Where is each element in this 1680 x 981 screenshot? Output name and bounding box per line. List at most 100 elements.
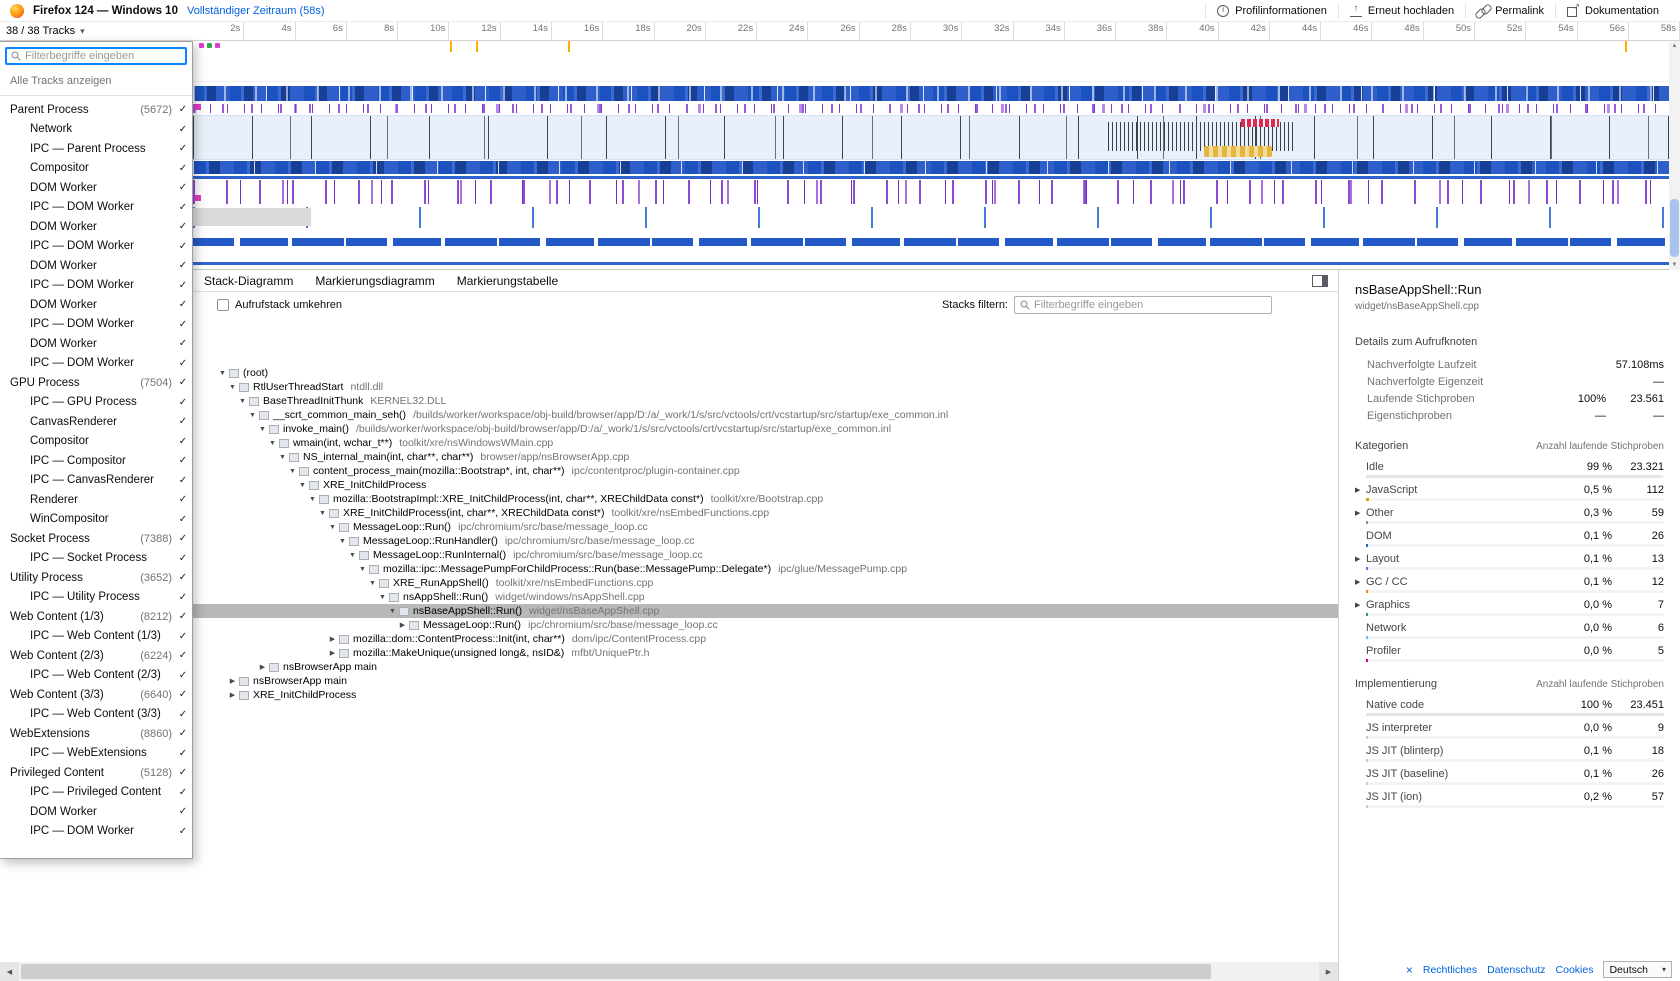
track-item[interactable]: IPC — Web Content (1/3): [0, 627, 192, 647]
panel-tab[interactable]: Stack-Diagramm: [193, 270, 304, 292]
track-item[interactable]: IPC — DOM Worker: [0, 354, 192, 374]
track-item[interactable]: Web Content (1/3) (8212): [0, 607, 192, 627]
expander-icon[interactable]: [397, 621, 408, 629]
track-item[interactable]: Network: [0, 120, 192, 140]
timeline-track-samples[interactable]: [193, 176, 1669, 179]
call-tree-row[interactable]: MessageLoop::Run() ipc/chromium/src/base…: [0, 520, 1338, 534]
expander-icon[interactable]: [217, 370, 228, 377]
call-tree-row[interactable]: nsBrowserApp main: [0, 674, 1338, 688]
timeline-track-samples[interactable]: [193, 262, 1669, 265]
call-tree-row[interactable]: mozilla::ipc::MessagePumpForChildProcess…: [0, 562, 1338, 576]
expander-icon[interactable]: [257, 663, 268, 671]
track-item[interactable]: Renderer: [0, 490, 192, 510]
call-tree-row[interactable]: content_process_main(mozilla::Bootstrap*…: [0, 464, 1338, 478]
call-tree-row[interactable]: wmain(int, wchar_t**) toolkit/xre/nsWind…: [0, 436, 1338, 450]
expander-icon[interactable]: [317, 510, 328, 517]
close-icon[interactable]: ×: [1406, 963, 1413, 977]
track-item[interactable]: Web Content (2/3) (6224): [0, 646, 192, 666]
track-item[interactable]: IPC — Parent Process: [0, 139, 192, 159]
stacks-filter-input[interactable]: [1034, 299, 1266, 311]
track-item[interactable]: GPU Process (7504): [0, 373, 192, 393]
call-tree-row[interactable]: invoke_main() /builds/worker/workspace/o…: [0, 422, 1338, 436]
category-row[interactable]: GC / CC 0,1 % 12: [1355, 574, 1664, 589]
call-tree-row[interactable]: XRE_RunAppShell() toolkit/xre/nsEmbedFun…: [0, 576, 1338, 590]
call-tree-row[interactable]: RtlUserThreadStart ntdll.dll: [0, 380, 1338, 394]
category-row[interactable]: Network 0,0 % 6: [1355, 620, 1664, 635]
expander-icon[interactable]: [377, 594, 388, 601]
track-item[interactable]: DOM Worker: [0, 178, 192, 198]
call-tree-row[interactable]: __scrt_common_main_seh() /builds/worker/…: [0, 408, 1338, 422]
track-search-input[interactable]: [25, 50, 181, 62]
call-tree-row[interactable]: NS_internal_main(int, char**, char**) br…: [0, 450, 1338, 464]
expander-icon[interactable]: [247, 412, 258, 419]
expander-icon[interactable]: [287, 468, 298, 475]
timeline-track-samples[interactable]: [193, 86, 1669, 101]
expander-icon[interactable]: [327, 524, 338, 531]
call-tree-row[interactable]: nsAppShell::Run() widget/windows/nsAppSh…: [0, 590, 1338, 604]
timeline-track-samples[interactable]: [193, 161, 1669, 174]
expander-icon[interactable]: [347, 552, 358, 559]
timeline-track-selected[interactable]: [193, 115, 1669, 160]
implementation-row[interactable]: JS interpreter 0,0 % 9: [1355, 720, 1664, 735]
track-item[interactable]: Parent Process (5672): [0, 100, 192, 120]
track-item[interactable]: Socket Process (7388): [0, 529, 192, 549]
call-tree-row[interactable]: XRE_InitChildProcess: [0, 478, 1338, 492]
track-item[interactable]: WinCompositor: [0, 510, 192, 530]
category-row[interactable]: Graphics 0,0 % 7: [1355, 597, 1664, 612]
expander-icon[interactable]: [1355, 578, 1366, 586]
track-item[interactable]: DOM Worker: [0, 256, 192, 276]
track-item[interactable]: DOM Worker: [0, 334, 192, 354]
call-tree-row[interactable]: nsBaseAppShell::Run() widget/nsBaseAppSh…: [0, 604, 1338, 618]
implementation-row[interactable]: Native code 100 % 23.451: [1355, 697, 1664, 712]
call-tree-row[interactable]: mozilla::MakeUnique(unsigned long&, nsID…: [0, 646, 1338, 660]
track-item[interactable]: IPC — WebExtensions: [0, 744, 192, 764]
scroll-left-button[interactable]: ◀: [0, 962, 19, 981]
time-range-button[interactable]: Vollständiger Zeitraum (58s): [187, 5, 325, 17]
track-item[interactable]: IPC — Compositor: [0, 451, 192, 471]
track-item[interactable]: IPC — DOM Worker: [0, 198, 192, 218]
call-tree-row[interactable]: BaseThreadInitThunk KERNEL32.DLL: [0, 394, 1338, 408]
panel-tab[interactable]: Markierungsdiagramm: [304, 270, 445, 292]
track-item[interactable]: DOM Worker: [0, 295, 192, 315]
track-item[interactable]: Privileged Content (5128): [0, 763, 192, 783]
timeline-track-worker[interactable]: [193, 207, 1669, 228]
category-row[interactable]: DOM 0,1 % 26: [1355, 528, 1664, 543]
expander-icon[interactable]: [277, 454, 288, 461]
expander-icon[interactable]: [297, 482, 308, 489]
expander-icon[interactable]: [1355, 555, 1366, 563]
track-item[interactable]: DOM Worker: [0, 217, 192, 237]
expander-icon[interactable]: [327, 649, 338, 657]
expander-icon[interactable]: [227, 384, 238, 391]
timeline-track-samples[interactable]: [193, 238, 1669, 246]
timeline-track-ipc-markers[interactable]: [193, 180, 1669, 204]
track-item[interactable]: DOM Worker: [0, 802, 192, 822]
track-item[interactable]: CanvasRenderer: [0, 412, 192, 432]
expander-icon[interactable]: [257, 426, 268, 433]
category-row[interactable]: Profiler 0,0 % 5: [1355, 643, 1664, 658]
expander-icon[interactable]: [1355, 601, 1366, 609]
call-tree-row[interactable]: XRE_InitChildProcess: [0, 688, 1338, 702]
expander-icon[interactable]: [357, 566, 368, 573]
track-item[interactable]: Compositor: [0, 432, 192, 452]
call-tree-row[interactable]: MessageLoop::RunInternal() ipc/chromium/…: [0, 548, 1338, 562]
expander-icon[interactable]: [327, 635, 338, 643]
invert-stack-checkbox[interactable]: [217, 299, 229, 311]
implementation-row[interactable]: JS JIT (ion) 0,2 % 57: [1355, 789, 1664, 804]
expander-icon[interactable]: [387, 608, 398, 615]
footer-link[interactable]: Cookies: [1556, 964, 1594, 976]
footer-link[interactable]: Rechtliches: [1423, 964, 1477, 976]
track-item[interactable]: IPC — Privileged Content: [0, 783, 192, 803]
call-tree-row[interactable]: MessageLoop::RunHandler() ipc/chromium/s…: [0, 534, 1338, 548]
expander-icon[interactable]: [307, 496, 318, 503]
track-item[interactable]: WebExtensions (8860): [0, 724, 192, 744]
header-action-button[interactable]: Profilinformationen: [1205, 3, 1338, 19]
track-item[interactable]: IPC — DOM Worker: [0, 237, 192, 257]
expander-icon[interactable]: [267, 440, 278, 447]
expander-icon[interactable]: [367, 580, 378, 587]
track-item[interactable]: IPC — Web Content (3/3): [0, 705, 192, 725]
timeline-vertical-scrollbar[interactable]: ▲ ▼: [1669, 41, 1680, 270]
timeline-track-ipc-markers[interactable]: [193, 104, 1669, 113]
scroll-right-button[interactable]: ▶: [1319, 962, 1338, 981]
arrow-down-icon[interactable]: ▼: [1669, 260, 1680, 270]
call-tree-row[interactable]: (root): [0, 366, 1338, 380]
